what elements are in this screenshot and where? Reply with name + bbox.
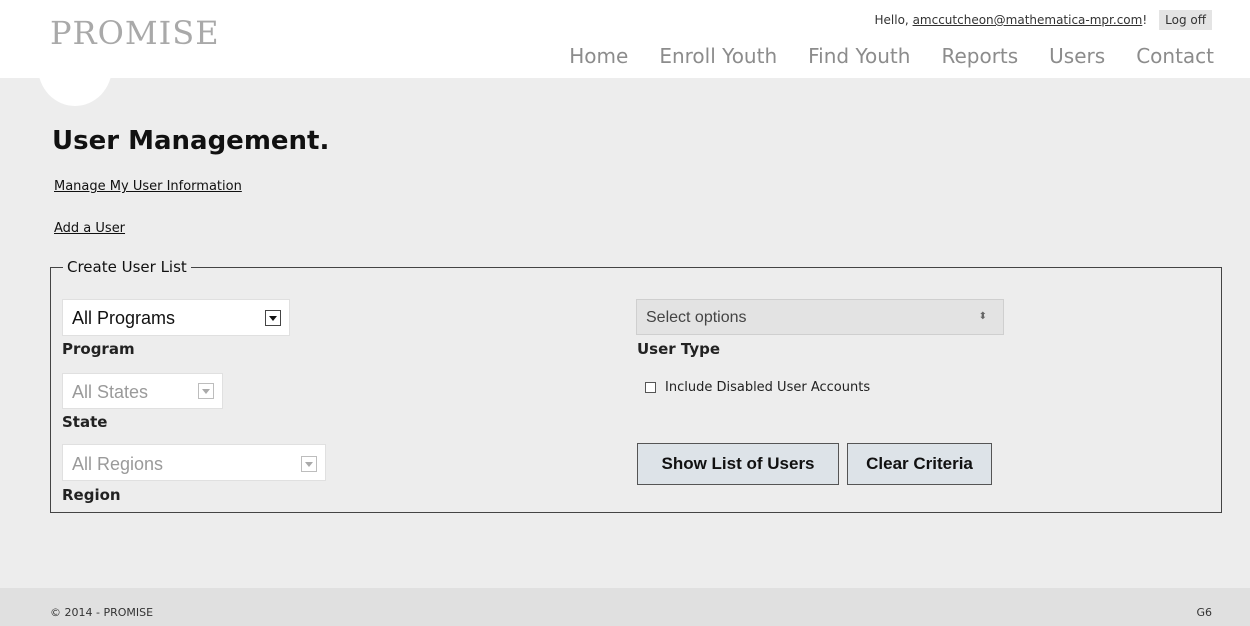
login-area: Hello, amccutcheon@mathematica-mpr.com! … (874, 10, 1212, 30)
region-select[interactable]: All Regions (62, 444, 326, 481)
page-title: User Management. (52, 126, 330, 156)
state-select-value: All States (72, 382, 149, 402)
region-select-value: All Regions (72, 454, 164, 474)
nav-enroll-youth[interactable]: Enroll Youth (659, 44, 777, 68)
page-header: PROMISE Hello, amccutcheon@mathematica-m… (0, 0, 1250, 78)
page-footer: © 2014 - PROMISE G6 (0, 588, 1250, 626)
up-down-arrow-icon: ⬍ (978, 311, 987, 322)
include-disabled-row[interactable]: Include Disabled User Accounts (645, 380, 870, 395)
region-dropdown-button[interactable] (301, 456, 317, 472)
user-type-value: Select options (646, 309, 747, 326)
log-off-button[interactable]: Log off (1159, 10, 1212, 30)
nav-reports[interactable]: Reports (941, 44, 1018, 68)
greeting-text: Hello, (874, 13, 909, 27)
footer-copyright: © 2014 - PROMISE (50, 606, 154, 619)
main-content: User Management. Manage My User Informat… (0, 78, 1250, 588)
program-dropdown-button[interactable] (265, 310, 281, 326)
program-select[interactable]: All Programs (62, 299, 290, 336)
footer-code: G6 (1196, 606, 1212, 619)
add-user-link[interactable]: Add a User (54, 221, 125, 236)
user-email-link[interactable]: amccutcheon@mathematica-mpr.com (913, 13, 1143, 27)
chevron-down-icon (202, 388, 210, 394)
chevron-down-icon (305, 461, 313, 467)
greeting-end: ! (1142, 13, 1148, 27)
user-type-multiselect[interactable]: Select options ⬍ (636, 299, 1004, 335)
nav-find-youth[interactable]: Find Youth (808, 44, 910, 68)
state-label: State (62, 413, 108, 431)
program-select-value: All Programs (72, 308, 176, 328)
show-list-of-users-button[interactable]: Show List of Users (637, 443, 839, 485)
decorative-circle (38, 78, 112, 106)
site-logo[interactable]: PROMISE (50, 14, 220, 52)
main-nav: Home Enroll Youth Find Youth Reports Use… (538, 44, 1214, 68)
nav-users[interactable]: Users (1049, 44, 1105, 68)
program-label: Program (62, 340, 135, 358)
state-dropdown-button[interactable] (198, 383, 214, 399)
state-select[interactable]: All States (62, 373, 223, 409)
nav-contact[interactable]: Contact (1136, 44, 1214, 68)
include-disabled-label[interactable]: Include Disabled User Accounts (665, 380, 870, 395)
region-label: Region (62, 486, 121, 504)
include-disabled-checkbox[interactable] (645, 382, 656, 393)
user-type-label: User Type (637, 340, 721, 358)
fieldset-legend: Create User List (67, 258, 187, 276)
chevron-down-icon (269, 315, 277, 321)
manage-my-user-info-link[interactable]: Manage My User Information (54, 179, 242, 194)
clear-criteria-button[interactable]: Clear Criteria (847, 443, 992, 485)
nav-home[interactable]: Home (569, 44, 628, 68)
